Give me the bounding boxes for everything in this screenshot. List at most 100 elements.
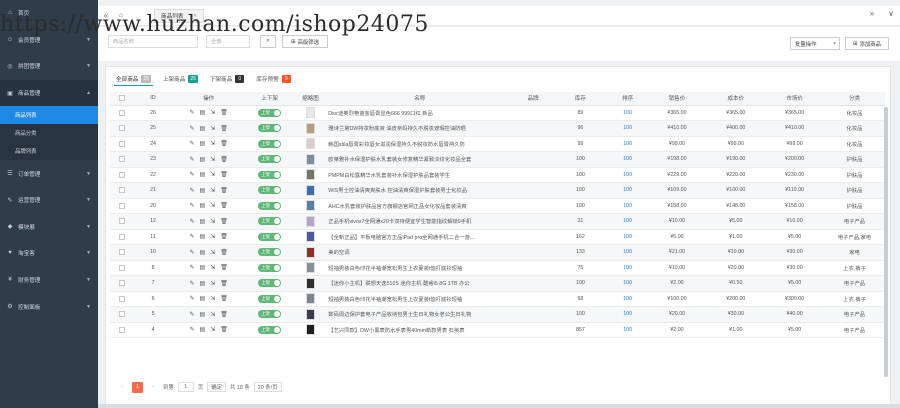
name-cell[interactable]: 欧莱雅补水保湿护肤水乳套装女修复精华紧致淡纹化妆品全套 xyxy=(326,151,514,168)
edit-icon[interactable]: ✎ xyxy=(190,187,195,194)
table-row[interactable]: 6 ✎ ▤ ⇲ 🗑 上架 短袖男装白色印花半袖潮宽松男生上衣夏装t恤打底衫短袖 68 100 ¥1… xyxy=(110,291,885,307)
filter-tab[interactable]: 上架商品 25 xyxy=(161,73,200,85)
home-tab-icon[interactable]: ⌂ xyxy=(114,12,128,19)
name-cell[interactable]: 数码周边保护套电子产品收纳包男士生日礼物女老公生日礼物 xyxy=(326,306,514,323)
view-icon[interactable]: ▤ xyxy=(200,156,206,163)
table-scrollbar[interactable] xyxy=(884,107,888,377)
row-checkbox[interactable] xyxy=(118,295,125,302)
table-row[interactable]: 5 ✎ ▤ ⇲ 🗑 上架 数码周边保护套电子产品收纳包男士生日礼物女老公生日礼物 100 100… xyxy=(110,306,885,323)
export-icon[interactable]: ⇲ xyxy=(210,295,215,302)
table-row[interactable]: 7 ✎ ▤ ⇲ 🗑 上架 【迷你小主机】联想天逸510S 迷你主机 酷睿i5 8G 1TB … xyxy=(110,275,885,292)
shelf-toggle[interactable]: 上架 xyxy=(258,155,282,164)
sort-cell[interactable]: 100 xyxy=(607,151,648,168)
edit-icon[interactable]: ✎ xyxy=(190,171,195,178)
sidebar-subitem[interactable]: 商品分类 xyxy=(0,124,98,143)
product-thumbnail[interactable] xyxy=(306,153,316,165)
delete-icon[interactable]: 🗑 xyxy=(220,140,228,147)
delete-icon[interactable]: 🗑 xyxy=(220,311,228,318)
delete-icon[interactable]: 🗑 xyxy=(220,249,228,256)
bottom-scrollbar[interactable] xyxy=(98,404,900,408)
delete-icon[interactable]: 🗑 xyxy=(220,280,228,287)
shelf-toggle[interactable]: 上架 xyxy=(258,108,282,117)
product-thumbnail[interactable] xyxy=(306,246,316,258)
search-button[interactable]: ⌕ xyxy=(260,35,276,48)
name-cell[interactable]: 韩国stila唇膏彩妆唇女滋润保湿持久不脱妆防水唇膏持久防 xyxy=(326,136,514,152)
edit-icon[interactable]: ✎ xyxy=(190,109,195,116)
export-icon[interactable]: ⇲ xyxy=(210,280,215,287)
view-icon[interactable]: ▤ xyxy=(200,140,206,147)
product-thumbnail[interactable] xyxy=(306,231,316,243)
edit-icon[interactable]: ✎ xyxy=(190,156,195,163)
sort-cell[interactable]: 100 xyxy=(607,213,648,230)
edit-icon[interactable]: ✎ xyxy=(190,311,195,318)
filter-tab[interactable]: 全部商品 25 xyxy=(114,73,153,86)
view-icon[interactable]: ▤ xyxy=(200,280,206,287)
delete-icon[interactable]: 🗑 xyxy=(220,125,228,132)
page-size-select[interactable]: 20 条/页 xyxy=(253,382,282,392)
view-icon[interactable]: ▤ xyxy=(200,264,206,271)
sort-cell[interactable]: 100 xyxy=(607,275,648,292)
goto-confirm-button[interactable]: 确定 xyxy=(207,382,226,392)
shelf-toggle[interactable]: 上架 xyxy=(258,124,282,133)
name-cell[interactable]: 雅诗兰黛DW持妆粉底液 油皮亲妈持久不脱妆遮瑕控油防晒 xyxy=(326,120,514,137)
product-thumbnail[interactable] xyxy=(306,293,316,305)
row-checkbox[interactable] xyxy=(118,171,125,178)
sort-cell[interactable]: 100 xyxy=(607,260,648,276)
sidebar-item[interactable]: ☺ 会员管理 ▼ xyxy=(0,27,98,54)
delete-icon[interactable]: 🗑 xyxy=(220,264,228,271)
view-icon[interactable]: ▤ xyxy=(200,326,206,333)
sort-cell[interactable]: 100 xyxy=(607,322,648,338)
row-checkbox[interactable] xyxy=(118,109,125,116)
filter-tab[interactable]: 库存预警 0 xyxy=(254,73,292,85)
view-icon[interactable]: ▤ xyxy=(200,202,206,209)
table-row[interactable]: 23 ✎ ▤ ⇲ 🗑 上架 欧莱雅补水保湿护肤水乳套装女修复精华紧致淡纹化妆品全套 100 10… xyxy=(110,151,885,168)
view-icon[interactable]: ▤ xyxy=(200,295,206,302)
sidebar-item[interactable]: ♥ 淘宝客 ▼ xyxy=(0,240,98,267)
name-cell[interactable]: WIS男士控油清爽爽肤水 控油清爽保湿护肤套装男士化妆品 xyxy=(326,182,514,199)
product-thumbnail[interactable] xyxy=(306,262,316,274)
view-icon[interactable]: ▤ xyxy=(200,233,206,240)
table-row[interactable]: 22 ✎ ▤ ⇲ 🗑 上架 PMPM白松露精华水乳套装补水保湿护肤品套装学生 100 100 ¥2… xyxy=(110,167,885,183)
shelf-toggle[interactable]: 上架 xyxy=(258,201,282,210)
shelf-toggle[interactable]: 上架 xyxy=(258,294,282,303)
edit-icon[interactable]: ✎ xyxy=(190,140,195,147)
sidebar-item[interactable]: ⌂ 首页 xyxy=(0,0,98,27)
name-cell[interactable]: 【艺兴同款】DW小黑表防水手表男40mm新款男表 石英表 xyxy=(326,322,514,338)
export-icon[interactable]: ⇲ xyxy=(210,264,215,271)
sort-cell[interactable]: 100 xyxy=(607,291,648,307)
sidebar-item[interactable]: ▣ 商品管理 ▲ xyxy=(0,79,98,107)
view-icon[interactable]: ▤ xyxy=(200,187,206,194)
sidebar-item[interactable]: ◎ 拼团管理 ▼ xyxy=(0,53,98,80)
view-icon[interactable]: ▤ xyxy=(200,311,206,318)
export-icon[interactable]: ⇲ xyxy=(210,233,215,240)
product-thumbnail[interactable] xyxy=(306,169,316,181)
sort-cell[interactable]: 100 xyxy=(607,229,648,245)
shelf-toggle[interactable]: 上架 xyxy=(258,279,282,288)
name-cell[interactable]: 正品手机vivox7全网通x20卡双待便宜学生智能指纹解锁9手机 xyxy=(326,213,514,230)
row-checkbox[interactable] xyxy=(118,249,125,256)
product-thumbnail[interactable] xyxy=(306,308,316,320)
shelf-toggle[interactable]: 上架 xyxy=(258,248,282,257)
shelf-toggle[interactable]: 上架 xyxy=(258,217,282,226)
delete-icon[interactable]: 🗑 xyxy=(220,156,228,163)
sort-cell[interactable]: 100 xyxy=(607,306,648,323)
delete-icon[interactable]: 🗑 xyxy=(220,218,228,225)
name-cell[interactable]: 【迷你小主机】联想天逸510S 迷你主机 酷睿i5 8G 1TB 办公 xyxy=(326,275,514,292)
shelf-toggle[interactable]: 上架 xyxy=(258,170,282,179)
edit-icon[interactable]: ✎ xyxy=(190,125,195,132)
export-icon[interactable]: ⇲ xyxy=(210,109,215,116)
row-checkbox[interactable] xyxy=(118,280,125,287)
edit-icon[interactable]: ✎ xyxy=(190,264,195,271)
delete-icon[interactable]: 🗑 xyxy=(220,326,228,333)
delete-icon[interactable]: 🗑 xyxy=(220,187,228,194)
batch-select[interactable]: 批量操作 ▾ xyxy=(790,37,840,50)
advanced-filter-button[interactable]: ⊞ 高级筛选 xyxy=(282,35,328,48)
name-cell[interactable]: PMPM白松露精华水乳套装补水保湿护肤品套装学生 xyxy=(326,167,514,183)
tab-menu-icon[interactable]: ∨ xyxy=(888,9,894,18)
current-page-button[interactable]: 1 xyxy=(132,381,143,393)
table-row[interactable]: 11 ✎ ▤ ⇲ 🗑 上架 【全新正品】平板电脑官方正品iPad pro全网通手机二合一游.… xyxy=(110,229,885,245)
delete-icon[interactable]: 🗑 xyxy=(220,109,228,116)
export-icon[interactable]: ⇲ xyxy=(210,311,215,318)
edit-icon[interactable]: ✎ xyxy=(190,295,195,302)
row-checkbox[interactable] xyxy=(118,140,125,147)
